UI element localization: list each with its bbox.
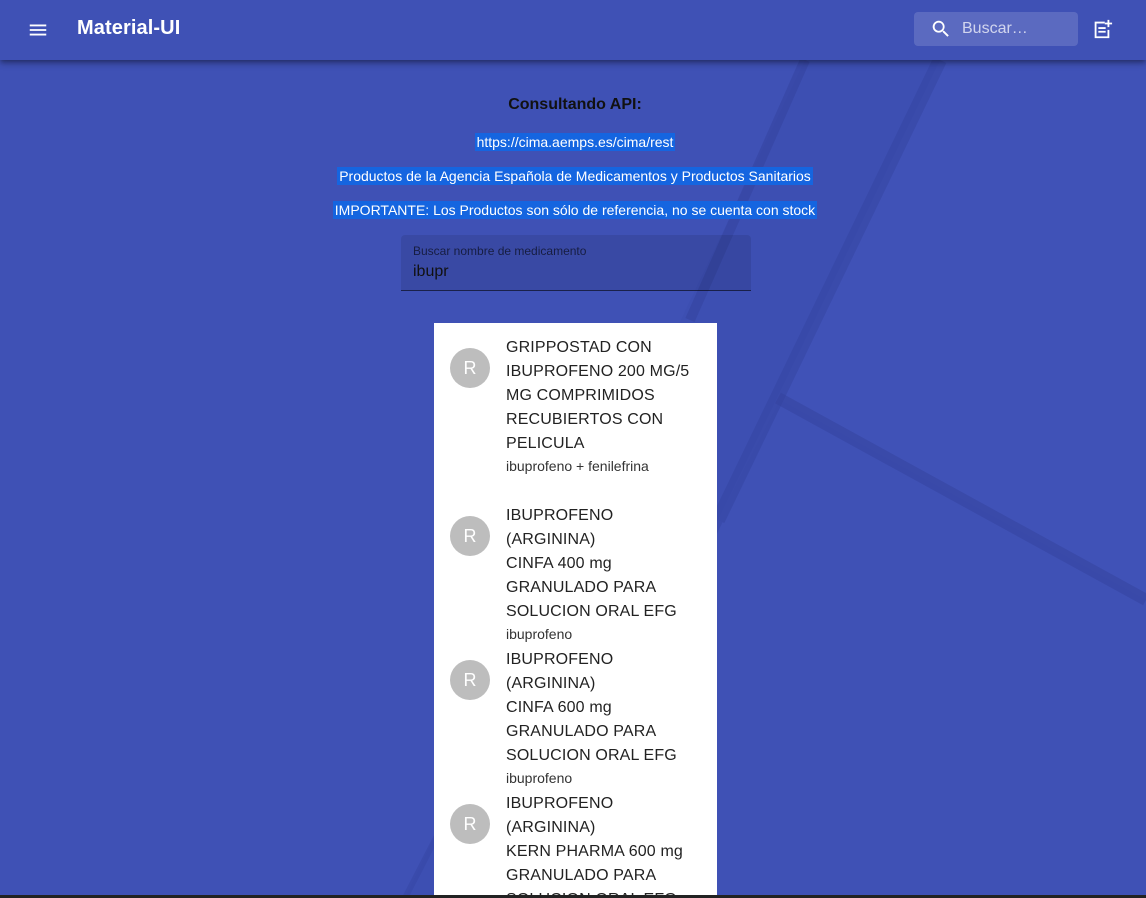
item-primary-line: IBUPROFENO (ARGININA) (506, 795, 614, 836)
description-line: Productos de la Agencia Española de Medi… (0, 166, 1146, 186)
note-add-icon (1094, 19, 1113, 39)
app-bar: Material-UI (0, 0, 1146, 60)
search-icon (932, 20, 949, 37)
item-primary-line: CINFA 400 mg (506, 555, 612, 572)
item-primary-line: GRANULADO PARA (506, 723, 657, 740)
appbar-search-input[interactable] (962, 12, 1072, 46)
avatar: R (450, 348, 490, 388)
item-primary-line: IBUPROFENO (ARGININA) (506, 651, 614, 692)
item-primary-line: SOLUCION ORAL EFG (506, 603, 677, 620)
item-primary-line: GRIPPOSTAD CON (506, 339, 652, 356)
note-add-button[interactable] (1088, 15, 1116, 43)
stock-notice: IMPORTANTE: Los Productos son sólo de re… (332, 201, 818, 219)
item-primary-line: GRANULADO PARA (506, 867, 657, 884)
item-primary-line: SOLUCION ORAL EFG (506, 747, 677, 764)
api-url: https://cima.aemps.es/cima/rest (474, 133, 676, 151)
item-primary-line: KERN PHARMA 600 mg (506, 843, 683, 860)
medication-search-label: Buscar nombre de medicamento (413, 244, 587, 258)
item-primary-line: MG COMPRIMIDOS (506, 387, 655, 404)
item-secondary: ibuprofeno (506, 626, 573, 642)
item-primary-line: GRANULADO PARA (506, 579, 657, 596)
item-primary-line: CINFA 600 mg (506, 699, 612, 716)
item-primary-line: IBUPROFENO (ARGININA) (506, 507, 614, 548)
menu-button[interactable] (16, 8, 60, 52)
appbar-search[interactable] (914, 12, 1078, 46)
item-primary-line: IBUPROFENO 200 MG/5 (506, 363, 690, 380)
item-secondary: ibuprofeno + fenilefrina (506, 458, 649, 474)
menu-icon (29, 24, 47, 36)
app-title: Material-UI (77, 17, 181, 39)
avatar: R (450, 660, 490, 700)
item-primary-line: PELICULA (506, 435, 585, 452)
agency-description: Productos de la Agencia Española de Medi… (337, 167, 813, 185)
notice-line: IMPORTANTE: Los Productos son sólo de re… (0, 200, 1146, 220)
api-url-line: https://cima.aemps.es/cima/rest (0, 132, 1146, 152)
medication-search-input[interactable] (413, 261, 733, 283)
item-primary-line: RECUBIERTOS CON (506, 411, 664, 428)
avatar: R (450, 516, 490, 556)
medication-search-field[interactable]: Buscar nombre de medicamento (401, 235, 751, 291)
results-list: R GRIPPOSTAD CON IBUPROFENO 200 MG/5 MG … (434, 323, 717, 898)
avatar: R (450, 804, 490, 844)
item-secondary: ibuprofeno (506, 770, 573, 786)
api-heading: Consultando API: (508, 96, 642, 113)
